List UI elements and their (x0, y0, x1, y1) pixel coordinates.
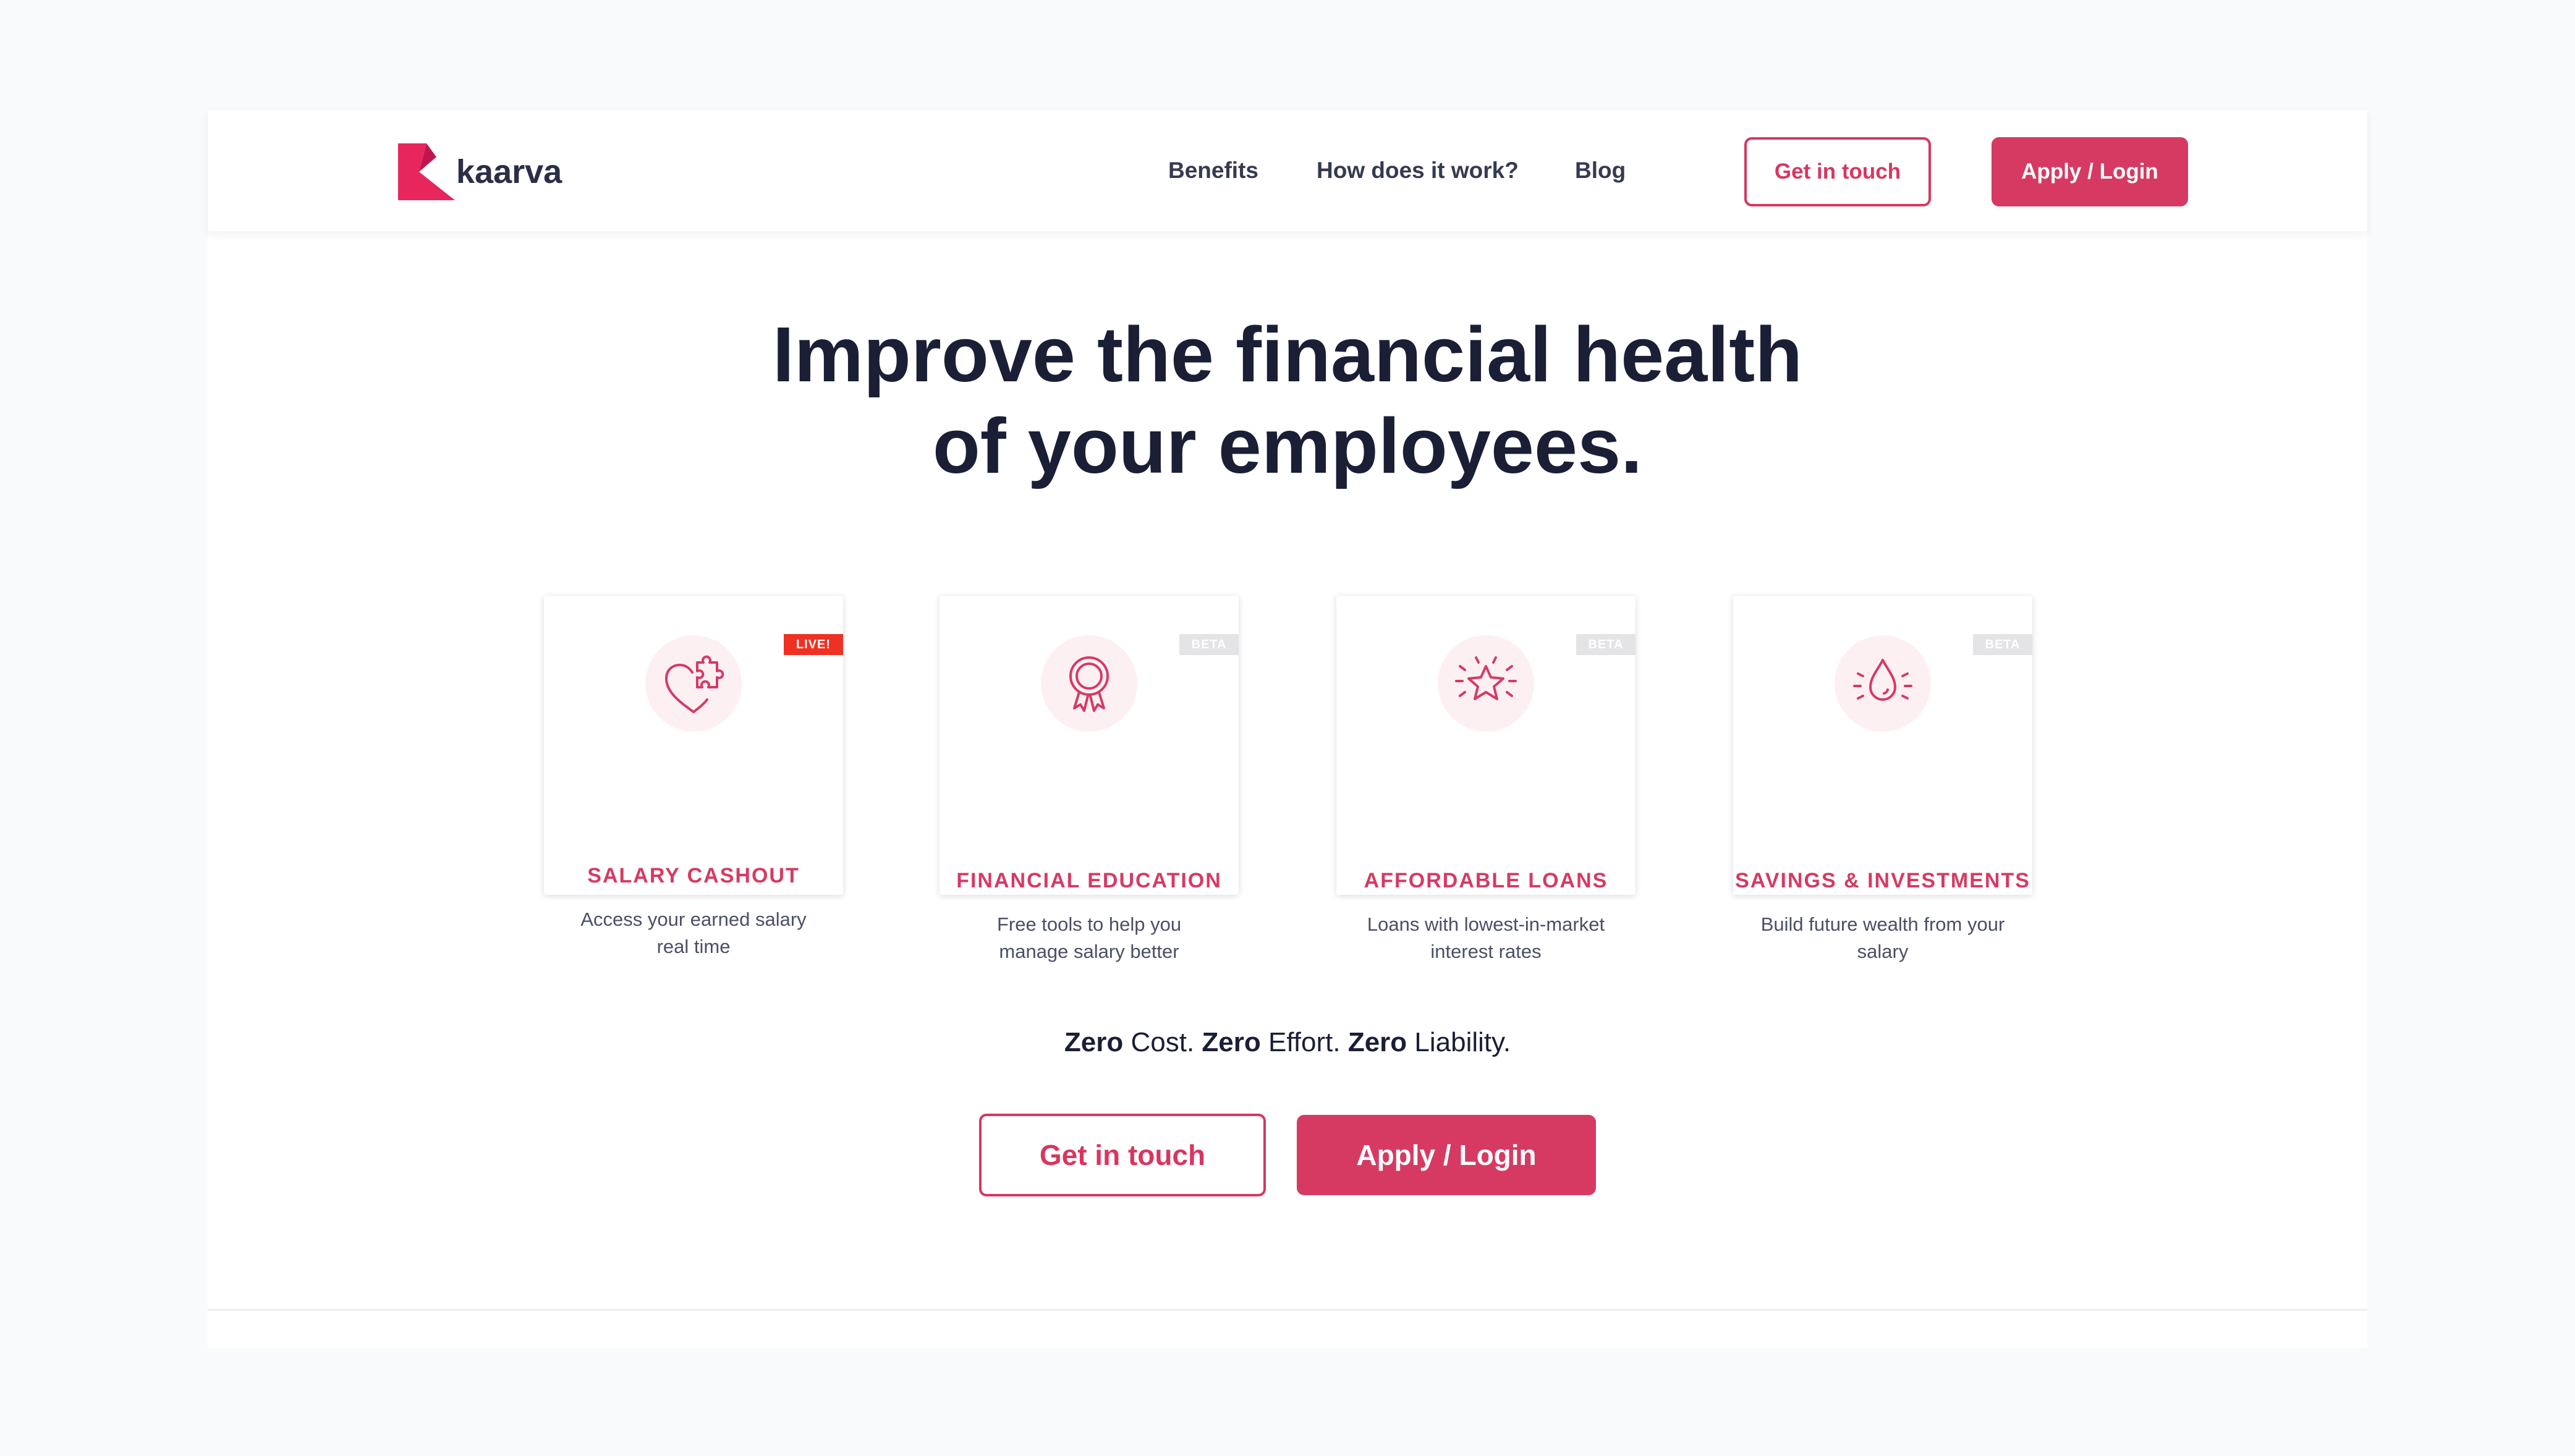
tagline-zero-1: Zero (1064, 1027, 1124, 1057)
cta-get-in-touch-button[interactable]: Get in touch (979, 1114, 1266, 1196)
tagline-zero-3: Zero (1347, 1027, 1407, 1057)
tagline-liability: Liability. (1407, 1027, 1511, 1057)
tagline-zero-2: Zero (1202, 1027, 1261, 1057)
award-ribbon-icon (1041, 635, 1137, 732)
brand-logo[interactable]: kaarva (398, 143, 562, 200)
card-title: AFFORDABLE LOANS (1364, 869, 1608, 892)
heart-puzzle-icon (645, 635, 742, 732)
feature-card-financial-education[interactable]: BETA FINANCIAL EDUCATION Free tools to h… (940, 596, 1239, 962)
tagline-cost: Cost. (1123, 1027, 1202, 1057)
card-description: Free tools to help you manage salary bet… (996, 913, 1182, 962)
sparkle-star-icon (1438, 635, 1534, 732)
hero-title-line-1: Improve the financial health (772, 311, 1803, 398)
page-frame: kaarva Benefits How does it work? Blog G… (208, 110, 2367, 1348)
feature-card-salary-cashout[interactable]: LIVE! SALARY CASHOUT Access your earned … (544, 596, 843, 957)
hero-title-line-2: of your employees. (932, 402, 1643, 489)
feature-card-savings-investments[interactable]: BETA SAVINGS & INVESTMENTS Build future … (1733, 596, 2032, 962)
site-header: kaarva Benefits How does it work? Blog G… (208, 110, 2367, 231)
brand-name: kaarva (456, 153, 562, 190)
beta-badge: BETA (1179, 634, 1239, 655)
card-title: FINANCIAL EDUCATION (956, 869, 1222, 892)
card-title: SALARY CASHOUT (587, 864, 800, 887)
cta-apply-login-button[interactable]: Apply / Login (1297, 1115, 1596, 1195)
sparkle-drop-icon (1835, 635, 1931, 732)
live-badge: LIVE! (784, 634, 843, 655)
feature-card-affordable-loans[interactable]: BETA AFFORDABLE LOANS Loans with lowest-… (1336, 596, 1635, 962)
card-description: Access your earned salary real time (580, 908, 807, 957)
nav-link-blog[interactable]: Blog (1575, 110, 1626, 231)
kaarva-logo-icon (398, 143, 455, 200)
card-description: Loans with lowest-in-market interest rat… (1367, 913, 1605, 962)
section-divider (208, 1309, 2367, 1311)
beta-badge: BETA (1576, 634, 1635, 655)
card-description: Build future wealth from your salary (1760, 913, 2005, 962)
header-apply-login-button[interactable]: Apply / Login (1992, 137, 2188, 206)
nav-link-benefits[interactable]: Benefits (1168, 110, 1258, 231)
tagline: Zero Cost. Zero Effort. Zero Liability. (208, 1027, 2367, 1058)
card-title: SAVINGS & INVESTMENTS (1735, 869, 2030, 892)
hero-title: Improve the financial health of your emp… (208, 309, 2367, 492)
beta-badge: BETA (1973, 634, 2032, 655)
tagline-effort: Effort. (1260, 1027, 1348, 1057)
nav-link-how-it-works[interactable]: How does it work? (1317, 110, 1519, 231)
header-get-in-touch-button[interactable]: Get in touch (1744, 137, 1931, 206)
